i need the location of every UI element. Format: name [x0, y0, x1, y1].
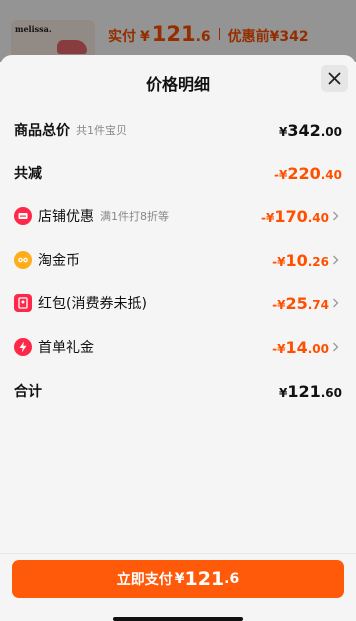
first-order-value: -¥ 14 .00: [272, 338, 329, 357]
chevron-right-icon: [332, 255, 342, 265]
total-currency: ¥: [278, 124, 288, 139]
reduced-label: 共减: [14, 166, 42, 182]
row-store-discount[interactable]: 店铺优惠 满1件打8折等 -¥ 170 .40: [14, 204, 342, 228]
store-dec: .40: [307, 210, 329, 225]
taojinbi-currency: -¥: [272, 254, 286, 269]
red-packet-value: -¥ 25 .74: [272, 294, 329, 313]
lightning-icon: [14, 338, 32, 356]
total-dec: .00: [320, 124, 342, 139]
row-taojinbi[interactable]: 淘金币 -¥ 10 .26: [14, 248, 342, 272]
row-first-order-gift[interactable]: 首单礼金 -¥ 14 .00: [14, 335, 342, 359]
close-icon: [328, 72, 341, 85]
redpacket-dec: .74: [307, 297, 329, 312]
red-packet-icon: [14, 294, 32, 312]
row-total-reduced: 共减 -¥ 220 .40: [14, 161, 342, 185]
pay-int: 121: [184, 568, 225, 590]
firstorder-dec: .00: [307, 341, 329, 356]
store-currency: -¥: [260, 210, 275, 225]
total-price-sub: 共1件宝贝: [76, 124, 127, 137]
taojinbi-label: 淘金币: [38, 253, 80, 269]
sum-value: ¥ 121 .60: [279, 382, 342, 401]
total-price-value: ¥ 342 .00: [279, 121, 342, 140]
store-int: 170: [274, 206, 308, 226]
sum-int: 121: [287, 381, 321, 401]
redpacket-currency: -¥: [272, 297, 286, 312]
chevron-right-icon: [332, 342, 342, 352]
redpacket-int: 25: [285, 293, 308, 313]
close-button[interactable]: [321, 65, 348, 92]
dim-overlay[interactable]: [0, 0, 356, 62]
chevron-right-icon: [332, 298, 342, 308]
sum-dec: .60: [320, 385, 342, 400]
pay-label: 立即支付: [116, 572, 173, 588]
store-discount-sub: 满1件打8折等: [100, 210, 169, 223]
total-price-label: 商品总价: [14, 123, 70, 139]
pay-now-button[interactable]: 立即支付 ¥ 121 .6: [12, 560, 344, 598]
sum-label: 合计: [14, 384, 42, 400]
reduced-int: 220: [287, 163, 321, 183]
firstorder-currency: -¥: [272, 341, 286, 356]
pay-currency: ¥: [174, 571, 185, 587]
footer-divider: [0, 553, 356, 554]
row-red-packet[interactable]: 红包(消费券未抵) -¥ 25 .74: [14, 291, 342, 315]
store-coupon-icon: [14, 207, 32, 225]
taojinbi-value: -¥ 10 .26: [272, 251, 329, 270]
home-indicator: [113, 617, 243, 621]
reduced-currency: -¥: [273, 167, 288, 182]
row-sum: 合计 ¥ 121 .60: [14, 379, 342, 403]
sum-currency: ¥: [278, 385, 288, 400]
sheet-title: 价格明细: [145, 75, 210, 94]
firstorder-int: 14: [285, 337, 308, 357]
first-order-label: 首单礼金: [38, 340, 94, 356]
store-discount-value: -¥ 170 .40: [261, 207, 329, 226]
total-int: 342: [287, 120, 321, 140]
reduced-value: -¥ 220 .40: [274, 164, 342, 183]
red-packet-label: 红包(消费券未抵): [38, 296, 147, 312]
taojinbi-icon: [14, 251, 32, 269]
store-discount-label: 店铺优惠: [38, 209, 94, 225]
taojinbi-int: 10: [285, 250, 308, 270]
row-total-price: 商品总价 共1件宝贝 ¥ 342 .00: [14, 118, 342, 142]
reduced-dec: .40: [320, 167, 342, 182]
taojinbi-dec: .26: [307, 254, 329, 269]
chevron-right-icon: [332, 211, 342, 221]
pay-dec: .6: [224, 571, 240, 587]
price-detail-sheet: 价格明细 商品总价 共1件宝贝 ¥ 342 .00 共减 -¥ 220 .40 …: [0, 55, 356, 621]
